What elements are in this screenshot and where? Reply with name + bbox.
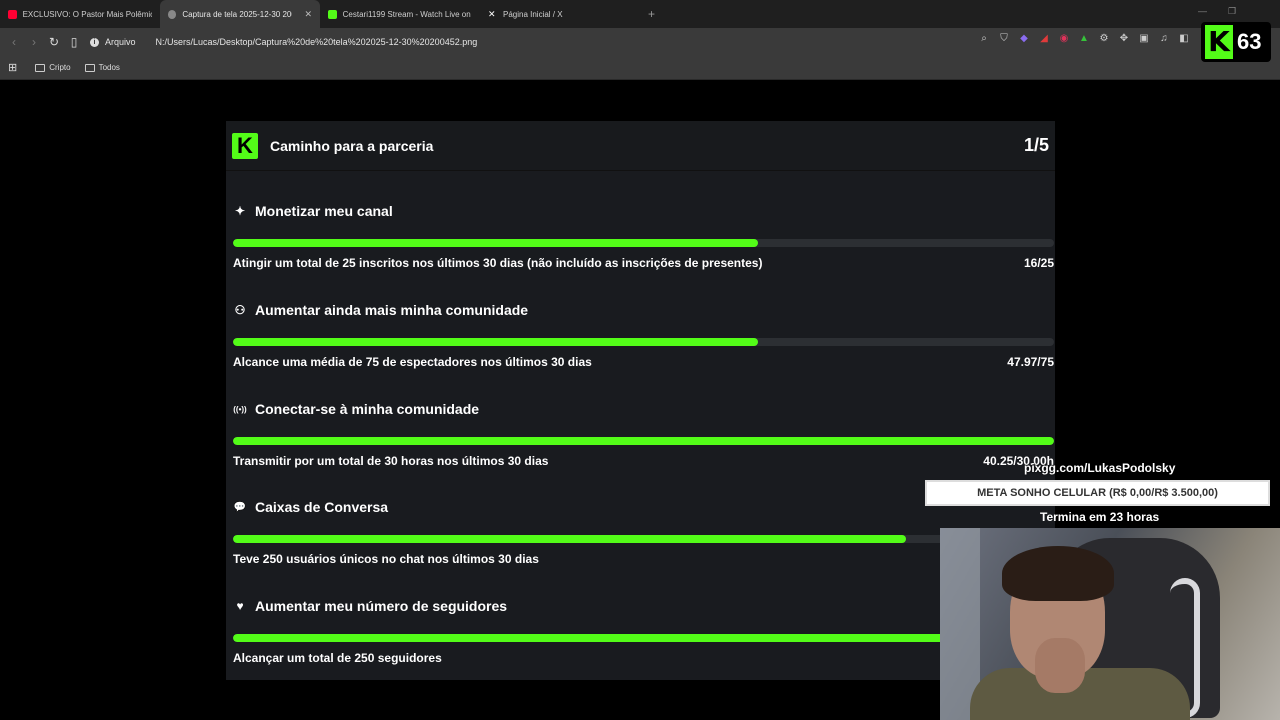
- puzzle-icon[interactable]: ✥: [1118, 33, 1130, 45]
- goal-description: Atingir um total de 25 inscritos nos últ…: [233, 256, 763, 270]
- progress-fill: [233, 338, 759, 346]
- kick-logo-icon: K: [232, 132, 258, 159]
- progress-bar: [233, 634, 1054, 642]
- progress-fill: [233, 239, 759, 247]
- tab-screenshot[interactable]: Captura de tela 2025-12-30 200 ✕: [160, 0, 320, 28]
- x-icon: ✕: [488, 8, 496, 19]
- viewer-count: 63: [1237, 29, 1262, 54]
- youtube-icon: [8, 9, 17, 19]
- extensions-toolbar: ⌕ ⛉ ◆ ◢ ◉ ▲ ⚙ ✥ ▣ ♫ ◧: [978, 33, 1190, 45]
- heart-icon: ♥: [236, 599, 244, 613]
- bookmark-folder-cripto[interactable]: Cripto: [35, 63, 71, 72]
- url-scheme-label: Arquivo: [105, 37, 136, 47]
- progress-bar: [233, 535, 1054, 543]
- close-icon[interactable]: ✕: [304, 9, 312, 20]
- back-icon[interactable]: ‹: [4, 35, 24, 49]
- goal-deadline: Termina em 23 horas: [1040, 510, 1160, 524]
- panel-title: Caminho para a parceria: [270, 137, 434, 154]
- progress-bar: [233, 437, 1054, 445]
- new-tab-button[interactable]: +: [648, 7, 655, 21]
- zoom-icon[interactable]: ⌕: [978, 33, 990, 45]
- extension-pink-icon[interactable]: ◉: [1058, 33, 1070, 45]
- kick-icon: [328, 9, 337, 19]
- goal-title: Aumentar ainda mais minha comunidade: [255, 302, 529, 318]
- tab-title: Cestari1199 Stream - Watch Live on: [342, 9, 471, 19]
- goal-progress: 16/25: [1023, 256, 1054, 270]
- bookmark-folder-todos[interactable]: Todos: [84, 63, 120, 72]
- goal-progress: 47.97/75: [1007, 355, 1054, 369]
- maximize-icon[interactable]: ❐: [1228, 6, 1236, 17]
- goal-description: Teve 250 usuários únicos no chat nos últ…: [233, 552, 539, 566]
- sidebar-icon[interactable]: ◧: [1178, 33, 1190, 45]
- progress-fill: [233, 535, 907, 543]
- chat-icon: 💬: [233, 501, 247, 513]
- panel-header: K Caminho para a parceria 1/5: [226, 121, 1055, 171]
- url-field[interactable]: i Arquivo N:/Users/Lucas/Desktop/Captura…: [90, 31, 990, 53]
- media-icon[interactable]: ♫: [1158, 33, 1170, 45]
- tab-kick[interactable]: Cestari1199 Stream - Watch Live on: [320, 0, 480, 28]
- goal-item: ✦ Monetizar meu canal Atingir um total de…: [233, 201, 1054, 270]
- globe-icon: [168, 9, 177, 19]
- step-counter: 1/5: [1023, 135, 1049, 155]
- tab-strip: EXCLUSIVO: O Pastor Mais Polêmico Captur…: [0, 0, 1280, 28]
- goal-title: Aumentar meu número de seguidores: [255, 598, 508, 614]
- streamer-hand: [1035, 638, 1085, 693]
- goal-title: Caixas de Conversa: [255, 499, 389, 515]
- goal-title: Conectar-se à minha comunidade: [255, 401, 480, 417]
- folder-icon: [84, 63, 95, 72]
- goal-description: Transmitir por um total de 30 horas nos …: [233, 454, 549, 468]
- broadcast-icon: ((•)): [233, 404, 247, 414]
- partner-progress-panel: K Caminho para a parceria 1/5 ✦ Monetizar…: [226, 121, 1055, 680]
- donation-goal-box: META SONHO CELULAR (R$ 0,00/R$ 3.500,00): [925, 480, 1270, 506]
- tab-title: Página Inicial / X: [503, 9, 563, 19]
- goal-item: ⚇ Aumentar ainda mais minha comunidade Al…: [233, 300, 1054, 369]
- progress-bar: [233, 239, 1054, 247]
- goal-description: Alcance uma média de 75 de espectadores …: [233, 355, 592, 369]
- info-icon[interactable]: i: [90, 37, 99, 47]
- progress-fill: [233, 634, 1054, 642]
- tab-x[interactable]: ✕ Página Inicial / X: [480, 0, 640, 28]
- minimize-icon[interactable]: —: [1198, 6, 1207, 16]
- url-text[interactable]: N:/Users/Lucas/Desktop/Captura%20de%20te…: [156, 37, 478, 47]
- kick-logo-icon: K: [1205, 25, 1233, 59]
- goal-title: Monetizar meu canal: [255, 203, 393, 219]
- shield-icon[interactable]: ⛉: [998, 33, 1010, 45]
- donation-site-label: pixgg.com/LukasPodolsky: [1024, 461, 1176, 475]
- extension-green-icon[interactable]: ▲: [1078, 33, 1090, 45]
- tab-youtube[interactable]: EXCLUSIVO: O Pastor Mais Polêmico: [0, 0, 160, 28]
- kick-viewer-badge: K 63: [1201, 22, 1271, 62]
- tab-title: Captura de tela 2025-12-30 200: [182, 9, 293, 19]
- screenshot-icon[interactable]: ▣: [1138, 33, 1150, 45]
- reload-icon[interactable]: ↻: [44, 35, 64, 49]
- progress-fill: [233, 437, 1054, 445]
- extension-red-icon[interactable]: ◢: [1038, 33, 1050, 45]
- extension-purple-icon[interactable]: ◆: [1018, 33, 1030, 45]
- bookmark-label: Todos: [98, 63, 120, 72]
- progress-bar: [233, 338, 1054, 346]
- folder-icon: [35, 63, 46, 72]
- goal-item: ((•)) Conectar-se à minha comunidade Tran…: [233, 399, 1054, 468]
- forward-icon[interactable]: ›: [24, 35, 44, 49]
- bookmark-label: Cripto: [49, 63, 71, 72]
- streamer-hair: [1002, 546, 1114, 601]
- tab-title: EXCLUSIVO: O Pastor Mais Polêmico: [22, 9, 152, 19]
- sparkle-icon: ✦: [234, 204, 246, 218]
- community-icon: ⚇: [234, 303, 246, 317]
- goal-description: Alcançar um total de 250 seguidores: [233, 651, 442, 665]
- apps-icon[interactable]: ⊞: [8, 61, 17, 74]
- bookmarks-bar: ⊞ Cripto Todos: [0, 56, 1280, 80]
- bookmark-icon[interactable]: ▯: [64, 35, 84, 49]
- webcam-feed: [940, 528, 1280, 720]
- settings-icon[interactable]: ⚙: [1098, 33, 1110, 45]
- goal-item: ♥ Aumentar meu número de seguidores Alcan…: [233, 596, 1054, 665]
